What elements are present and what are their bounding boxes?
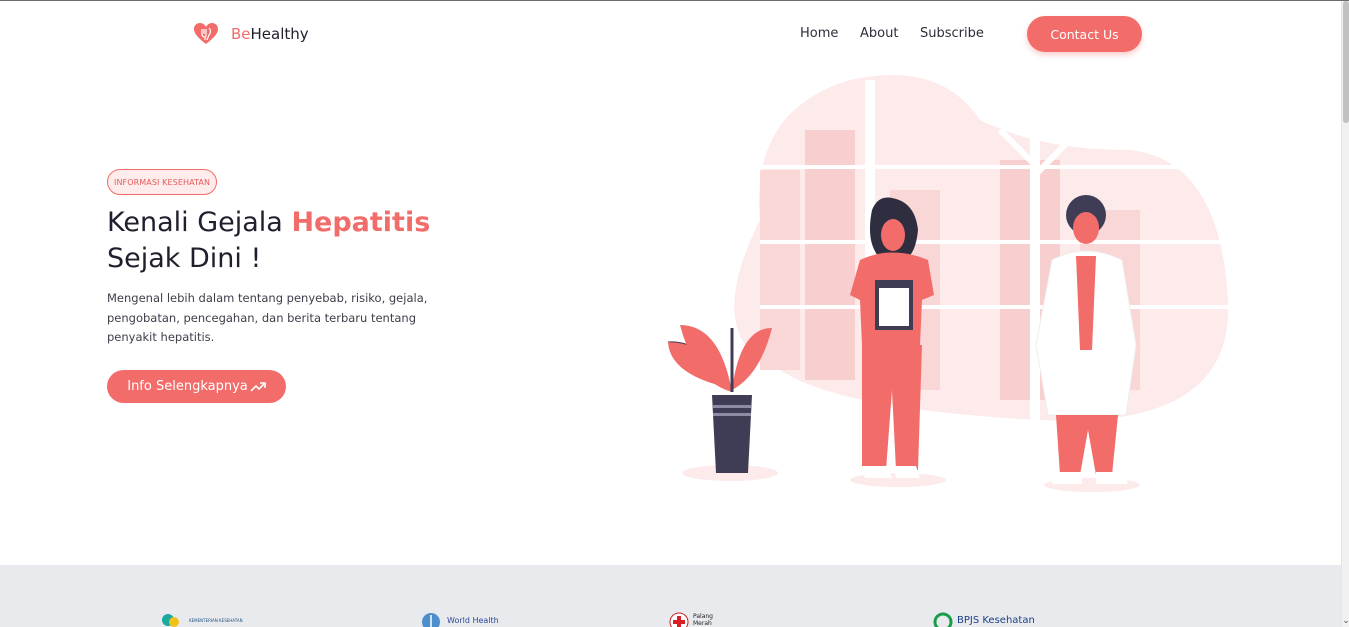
hero-title-part1: Kenali Gejala xyxy=(107,207,292,238)
brand-name: BeHealthy xyxy=(231,25,309,43)
hero-description: Mengenal lebih dalam tentang penyebab, r… xyxy=(107,291,428,344)
heart-logo-icon xyxy=(194,23,218,44)
brand-prefix: Be xyxy=(231,25,251,43)
info-more-label: Info Selengkapnya xyxy=(127,379,248,394)
background-blob xyxy=(734,75,1230,430)
partner-pmi-label: Palang Merah xyxy=(693,613,713,627)
partner-kemenkes[interactable]: KEMENTERIAN KESEHATAN xyxy=(160,612,243,627)
partner-kemenkes-label: KEMENTERIAN KESEHATAN xyxy=(189,617,243,623)
info-more-button[interactable]: Info Selengkapnya xyxy=(107,370,286,403)
scrollbar-thumb[interactable] xyxy=(1343,1,1349,123)
category-badge: INFORMASI KESEHATAN xyxy=(107,169,218,195)
nav-home-link[interactable]: Home xyxy=(800,26,838,41)
trending-up-icon xyxy=(250,381,266,392)
kemenkes-logo-icon xyxy=(162,614,179,627)
brand-suffix: Healthy xyxy=(250,25,309,43)
nav-about-link[interactable]: About xyxy=(860,26,898,41)
scroll-down-arrow-icon[interactable]: ⌄ xyxy=(1342,617,1349,626)
hero-title-part2: Sejak Dini ! xyxy=(107,243,262,274)
partner-who[interactable]: World Health xyxy=(418,612,499,627)
nav-subscribe-link[interactable]: Subscribe xyxy=(920,26,984,41)
brand-logo[interactable]: BeHealthy xyxy=(193,21,309,47)
hero-title: Kenali Gejala Hepatitis Sejak Dini ! xyxy=(107,205,527,277)
contact-us-button[interactable]: Contact Us xyxy=(1027,16,1142,52)
red-cross-logo-icon xyxy=(669,612,689,627)
vertical-scrollbar[interactable]: ⌄ xyxy=(1341,1,1349,627)
bpjs-logo-icon xyxy=(933,612,953,627)
partner-who-label: World Health xyxy=(447,615,499,625)
partner-pmi[interactable]: Palang Merah xyxy=(668,612,717,627)
window-top-border xyxy=(0,0,1349,1)
partners-strip: KEMENTERIAN KESEHATAN World Health Palan… xyxy=(0,565,1341,627)
who-logo-icon xyxy=(422,613,440,627)
partner-bpjs[interactable]: BPJS Kesehatan xyxy=(932,612,1035,627)
plant-illustration xyxy=(667,325,778,481)
partner-bpjs-label: BPJS Kesehatan xyxy=(957,614,1035,626)
hero-title-accent: Hepatitis xyxy=(291,207,431,238)
hero-illustration xyxy=(667,75,1230,492)
